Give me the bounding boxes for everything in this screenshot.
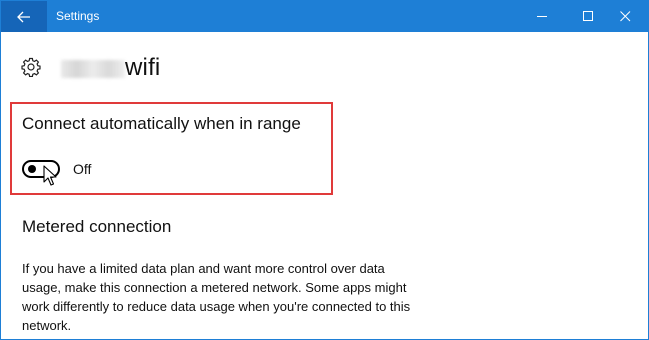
metered-connection-title: Metered connection	[22, 217, 172, 236]
maximize-icon	[583, 11, 593, 21]
redacted-network-name	[61, 60, 125, 78]
auto-connect-title: Connect automatically when in range	[22, 114, 301, 133]
mouse-cursor-icon	[43, 165, 57, 186]
toggle-knob	[28, 165, 36, 173]
back-button[interactable]	[1, 1, 47, 32]
minimize-button[interactable]	[519, 1, 565, 32]
minimize-icon	[537, 16, 547, 17]
metered-connection-description: If you have a limited data plan and want…	[22, 261, 411, 333]
toggle-state-label: Off	[73, 161, 92, 177]
close-icon	[620, 11, 631, 22]
back-arrow-icon	[17, 11, 30, 23]
network-name: wifi	[125, 54, 161, 81]
settings-window: Settings wifi Connect automatically when…	[0, 0, 649, 340]
window-title: Settings	[56, 9, 100, 23]
close-button[interactable]	[602, 1, 648, 32]
gear-icon	[21, 57, 41, 77]
title-bar: Settings	[1, 1, 648, 32]
